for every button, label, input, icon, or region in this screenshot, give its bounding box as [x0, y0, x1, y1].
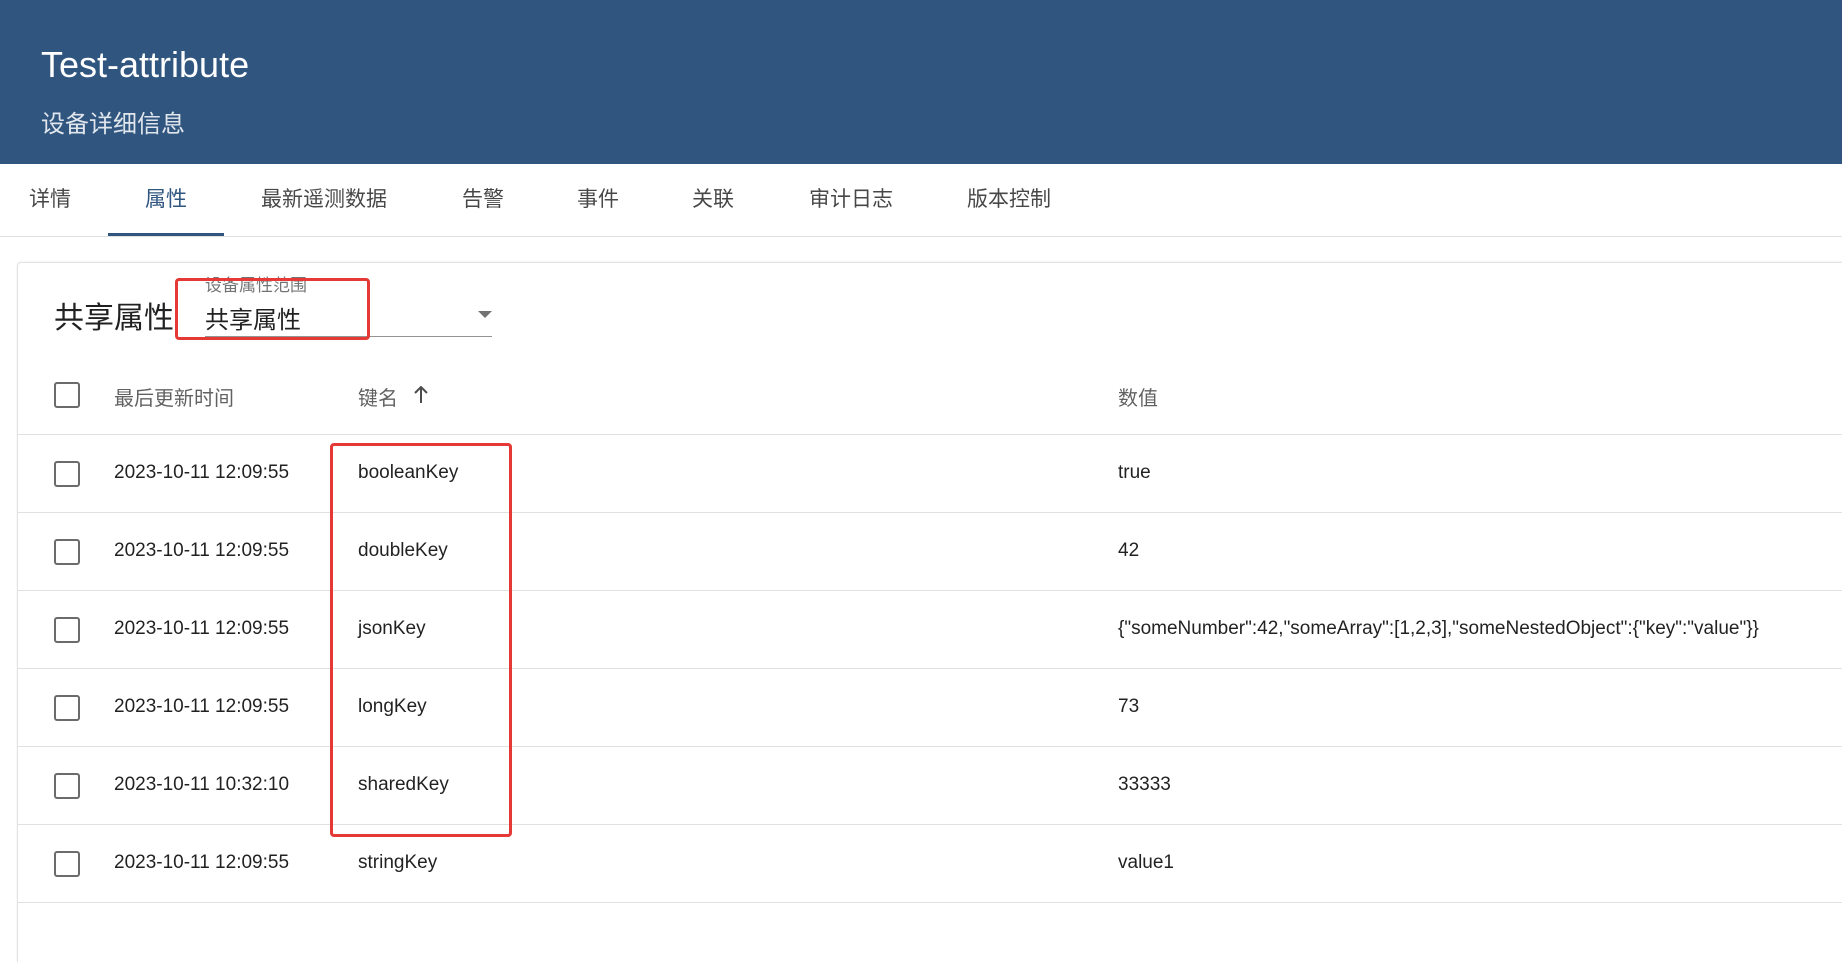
- device-title: Test-attribute: [41, 44, 250, 85]
- row-checkbox[interactable]: [54, 851, 80, 877]
- tab-details[interactable]: 详情: [0, 164, 100, 236]
- tab-bar: 详情 属性 最新遥测数据 告警 事件 关联 审计日志 版本控制: [0, 164, 1842, 237]
- arrow-up-icon: [413, 385, 428, 410]
- table-row[interactable]: 2023-10-11 12:09:55 stringKey value1: [18, 825, 1842, 903]
- row-value: 73: [1118, 696, 1140, 717]
- page-header: Test-attribute 设备详细信息: [0, 0, 1842, 164]
- row-time: 2023-10-11 12:09:55: [114, 852, 290, 873]
- row-value: true: [1118, 462, 1151, 483]
- row-time: 2023-10-11 12:09:55: [114, 462, 290, 483]
- row-checkbox[interactable]: [54, 461, 80, 487]
- table-row[interactable]: 2023-10-11 10:32:10 sharedKey 33333: [18, 747, 1842, 825]
- device-subtitle: 设备详细信息: [41, 111, 185, 138]
- row-time: 2023-10-11 12:09:55: [114, 618, 290, 639]
- row-value: {"someNumber":42,"someArray":[1,2,3],"so…: [1118, 618, 1759, 639]
- table-row[interactable]: 2023-10-11 12:09:55 longKey 73: [18, 669, 1842, 747]
- dropdown-arrow-icon: [478, 311, 492, 318]
- scope-select-label: 设备属性范围: [205, 276, 307, 295]
- row-time: 2023-10-11 12:09:55: [114, 540, 290, 561]
- row-checkbox[interactable]: [54, 617, 80, 643]
- tab-latest-telemetry[interactable]: 最新遥测数据: [242, 164, 406, 236]
- row-checkbox[interactable]: [54, 773, 80, 799]
- row-value: 33333: [1118, 774, 1171, 795]
- row-checkbox[interactable]: [54, 539, 80, 565]
- select-all-checkbox[interactable]: [54, 382, 80, 408]
- row-key: sharedKey: [358, 774, 449, 795]
- table-row[interactable]: 2023-10-11 12:09:55 jsonKey {"someNumber…: [18, 591, 1842, 669]
- table-row[interactable]: 2023-10-11 12:09:55 booleanKey true: [18, 435, 1842, 513]
- attribute-scope-select[interactable]: 设备属性范围 共享属性: [205, 271, 492, 337]
- attributes-card: 共享属性 设备属性范围 共享属性 最后更新时间 键名 数值 2023-10-11…: [17, 262, 1842, 962]
- tab-audit-logs[interactable]: 审计日志: [790, 164, 912, 236]
- tab-relations[interactable]: 关联: [663, 164, 763, 236]
- table-row[interactable]: 2023-10-11 12:09:55 doubleKey 42: [18, 513, 1842, 591]
- row-value: 42: [1118, 540, 1140, 561]
- row-time: 2023-10-11 10:32:10: [114, 774, 290, 795]
- tab-events[interactable]: 事件: [548, 164, 648, 236]
- tab-attributes[interactable]: 属性: [108, 164, 224, 236]
- row-time: 2023-10-11 12:09:55: [114, 696, 290, 717]
- row-key: booleanKey: [358, 462, 459, 483]
- column-header-key-label: 键名: [358, 388, 398, 410]
- row-key: stringKey: [358, 852, 438, 873]
- row-checkbox[interactable]: [54, 695, 80, 721]
- column-header-key[interactable]: 键名: [358, 382, 428, 411]
- row-key: jsonKey: [358, 618, 426, 639]
- row-key: doubleKey: [358, 540, 448, 561]
- column-header-value[interactable]: 数值: [1118, 382, 1158, 411]
- column-header-time[interactable]: 最后更新时间: [114, 382, 234, 411]
- card-title: 共享属性: [54, 302, 174, 335]
- row-value: value1: [1118, 852, 1174, 873]
- tab-version-control[interactable]: 版本控制: [948, 164, 1070, 236]
- tab-alarms[interactable]: 告警: [433, 164, 533, 236]
- table-header: 最后更新时间 键名 数值: [18, 355, 1842, 435]
- scope-select-value: 共享属性: [205, 307, 301, 334]
- row-key: longKey: [358, 696, 427, 717]
